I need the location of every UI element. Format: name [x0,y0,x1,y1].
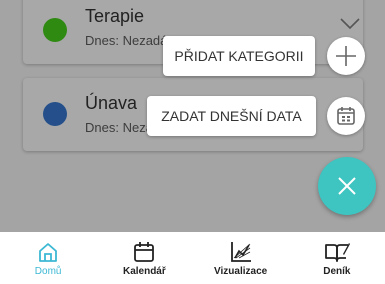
enter-today-data-label[interactable]: ZADAT DNEŠNÍ DATA [147,96,316,136]
nav-label: Deník [323,266,351,277]
nav-label: Kalendář [122,266,166,277]
category-name: Únava [85,93,138,113]
nav-item-visualization[interactable]: Vizualizace [193,232,289,284]
category-name: Terapie [85,6,145,26]
add-category-button[interactable] [327,37,365,75]
category-color-dot [43,102,67,126]
add-category-label[interactable]: PŘIDAT KATEGORII [163,36,315,76]
close-speed-dial-button[interactable] [318,157,376,215]
close-icon [338,177,356,195]
bottom-navigation: Domů Kalendář Vizualizace Deník [0,232,385,284]
home-icon [39,243,58,262]
plus-icon [336,46,356,66]
diary-icon [324,243,350,262]
chevron-down-icon[interactable] [340,18,360,30]
calendar-icon [134,242,155,262]
enter-today-data-button[interactable] [327,97,365,135]
category-color-dot [43,18,67,42]
home-screen: Terapie Dnes: Nezadáno Únava Dnes: Nezad… [0,0,385,232]
nav-item-home[interactable]: Domů [0,232,96,284]
calendar-icon [337,107,355,125]
nav-label: Domů [34,266,62,277]
nav-item-calendar[interactable]: Kalendář [96,232,192,284]
chart-icon [230,242,251,262]
nav-label: Vizualizace [214,266,268,277]
nav-item-diary[interactable]: Deník [289,232,385,284]
